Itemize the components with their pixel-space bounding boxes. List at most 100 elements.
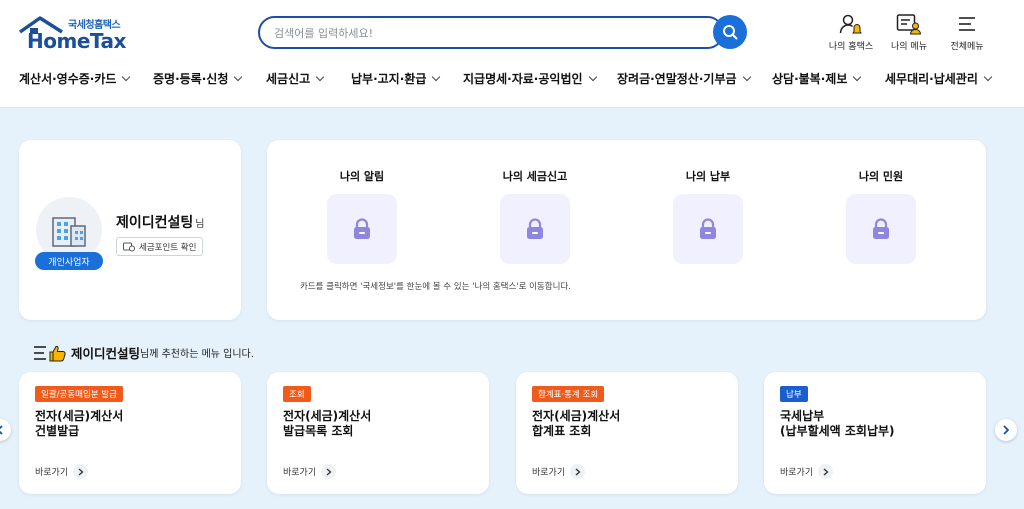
search-icon [723,25,738,40]
business-type-badge: 개인사업자 [35,252,103,270]
gnb-label: 지급명세·자료·공익법인 [463,72,583,86]
coin-icon [123,242,135,251]
my-alert-box[interactable] [327,194,397,264]
gnb-label: 세금신고 [266,72,311,86]
gnb-statement[interactable]: 지급명세·자료·공익법인 [463,70,597,87]
chevron-down-icon [588,72,597,82]
title-line: 국세납부 [780,409,825,423]
recommend-tag: 합계표·통계 조회 [532,386,605,402]
my-payment-box[interactable] [673,194,743,264]
recommend-card[interactable]: 합계표·통계 조회 전자(세금)계산서 합계표 조회 바로가기 [516,372,738,494]
my-tax-report-box[interactable] [500,194,570,264]
shortcut-label: 바로가기 [35,468,69,478]
chevron-down-icon [983,72,993,82]
recommend-heading: 제이디컨설팅 님께 추천하는 메뉴 입니다. [33,343,254,362]
my-petition-title: 나의 민원 [858,170,904,183]
recommend-tag: 납부 [780,386,808,402]
my-menu-icon [896,14,922,35]
user-bell-icon [839,14,862,34]
shortcut-link[interactable]: 바로가기 [35,464,89,479]
my-payment[interactable]: 나의 납부 [672,168,744,264]
my-hometax-link[interactable]: 나의 홈택스 [828,12,874,52]
profile-name-text: 제이디컨설팅 [116,215,194,231]
shortcut-link[interactable]: 바로가기 [780,464,834,479]
tax-point-label: 세금포인트 확인 [139,242,197,253]
shortcut-link[interactable]: 바로가기 [532,464,586,479]
chevron-right-icon [321,464,337,479]
recommend-title: 전자(세금)계산서 건별발급 [35,409,123,439]
gnb-payment[interactable]: 납부·고지·환급 [351,70,441,87]
search-input[interactable] [274,24,704,42]
chevron-down-icon [122,72,131,82]
hometax-logo[interactable]: 국세청홈택스 HomeTax [18,12,128,54]
my-alert-title: 나의 알림 [339,170,385,183]
my-petition-box[interactable] [846,194,916,264]
profile-name-suffix: 님 [195,219,205,230]
chevron-down-icon [742,72,751,82]
title-line: 발급목록 조회 [283,424,354,438]
gnb-label: 장려금·연말정산·기부금 [617,72,737,86]
thumbs-up-list-icon [34,345,66,361]
lock-icon [700,218,716,239]
gnb-tax-report[interactable]: 세금신고 [266,70,325,87]
profile-card: 개인사업자 제이디컨설팅 님 세금포인트 확인 [19,140,241,320]
header-links: 나의 홈택스 나의 메뉴 전체메뉴 [828,12,988,52]
chevron-left-icon [0,425,3,435]
recommend-title: 전자(세금)계산서 발급목록 조회 [283,409,371,439]
my-petition[interactable]: 나의 민원 [845,168,917,264]
chevron-right-icon [1003,425,1010,435]
gnb-counsel[interactable]: 상담·불복·제보 [772,70,862,87]
shortcut-link[interactable]: 바로가기 [283,464,337,479]
recommend-card[interactable]: 납부 국세납부 (납부할세액 조회납부) 바로가기 [764,372,986,494]
recommend-card[interactable]: 조회 전자(세금)계산서 발급목록 조회 바로가기 [267,372,489,494]
recommend-tag: 조회 [283,386,311,402]
my-summary-note: 카드를 클릭하면 '국세정보'를 한눈에 볼 수 있는 '나의 홈택스'로 이동… [300,282,571,292]
carousel-prev-button[interactable] [0,419,11,441]
header: 국세청홈택스 HomeTax 나의 홈택스 [0,0,1024,108]
my-tax-report[interactable]: 나의 세금신고 [499,168,571,264]
recommend-title: 전자(세금)계산서 합계표 조회 [532,409,620,439]
logo-name: HomeTax [27,29,126,53]
gnb-invoice[interactable]: 계산서·영수증·카드 [19,70,131,87]
chevron-down-icon [315,72,325,82]
my-payment-title: 나의 납부 [685,170,731,183]
carousel-next-button[interactable] [995,419,1017,441]
chevron-right-icon [818,464,834,479]
search-bar [258,16,724,49]
my-hometax-label: 나의 홈택스 [828,42,874,52]
lock-icon [873,218,889,239]
chevron-right-icon [73,464,89,479]
recommend-rest: 님께 추천하는 메뉴 입니다. [140,349,254,360]
shortcut-label: 바로가기 [532,468,566,478]
my-menu-label: 나의 메뉴 [891,42,927,52]
title-line: (납부할세액 조회납부) [780,424,895,438]
chevron-down-icon [234,72,243,82]
gnb-certificate[interactable]: 증명·등록·신청 [153,70,243,87]
gnb-agent[interactable]: 세무대리·납세관리 [885,70,993,87]
chevron-right-icon [570,464,586,479]
my-alert[interactable]: 나의 알림 [326,168,398,264]
gnb-label: 상담·불복·제보 [772,72,848,86]
title-line: 건별발급 [35,424,80,438]
shortcut-label: 바로가기 [283,468,317,478]
building-icon [52,217,86,247]
hamburger-icon [959,17,975,31]
recommend-name: 제이디컨설팅 [71,346,141,361]
gnb-label: 증명·등록·신청 [153,72,229,86]
lock-icon [527,218,543,239]
recommend-card[interactable]: 일괄/공동매입분 발급 전자(세금)계산서 건별발급 바로가기 [19,372,241,494]
shortcut-label: 바로가기 [780,468,814,478]
profile-name: 제이디컨설팅 님 [116,212,204,232]
all-menu-link[interactable]: 전체메뉴 [946,12,988,52]
my-summary-card: 나의 알림 나의 세금신고 나의 납부 나의 민원 카드를 클릭하면 '국세정보… [267,140,986,320]
global-nav: 계산서·영수증·카드 증명·등록·신청 세금신고 납부·고지·환급 지급명세·자… [0,64,1024,92]
gnb-label: 세무대리·납세관리 [885,72,978,86]
all-menu-label: 전체메뉴 [950,42,984,52]
my-menu-link[interactable]: 나의 메뉴 [888,12,930,52]
gnb-label: 납부·고지·환급 [351,72,427,86]
tax-point-button[interactable]: 세금포인트 확인 [116,237,204,256]
gnb-incentive[interactable]: 장려금·연말정산·기부금 [617,70,751,87]
chevron-down-icon [432,72,441,82]
search-button[interactable] [713,15,747,49]
chevron-down-icon [853,72,862,82]
